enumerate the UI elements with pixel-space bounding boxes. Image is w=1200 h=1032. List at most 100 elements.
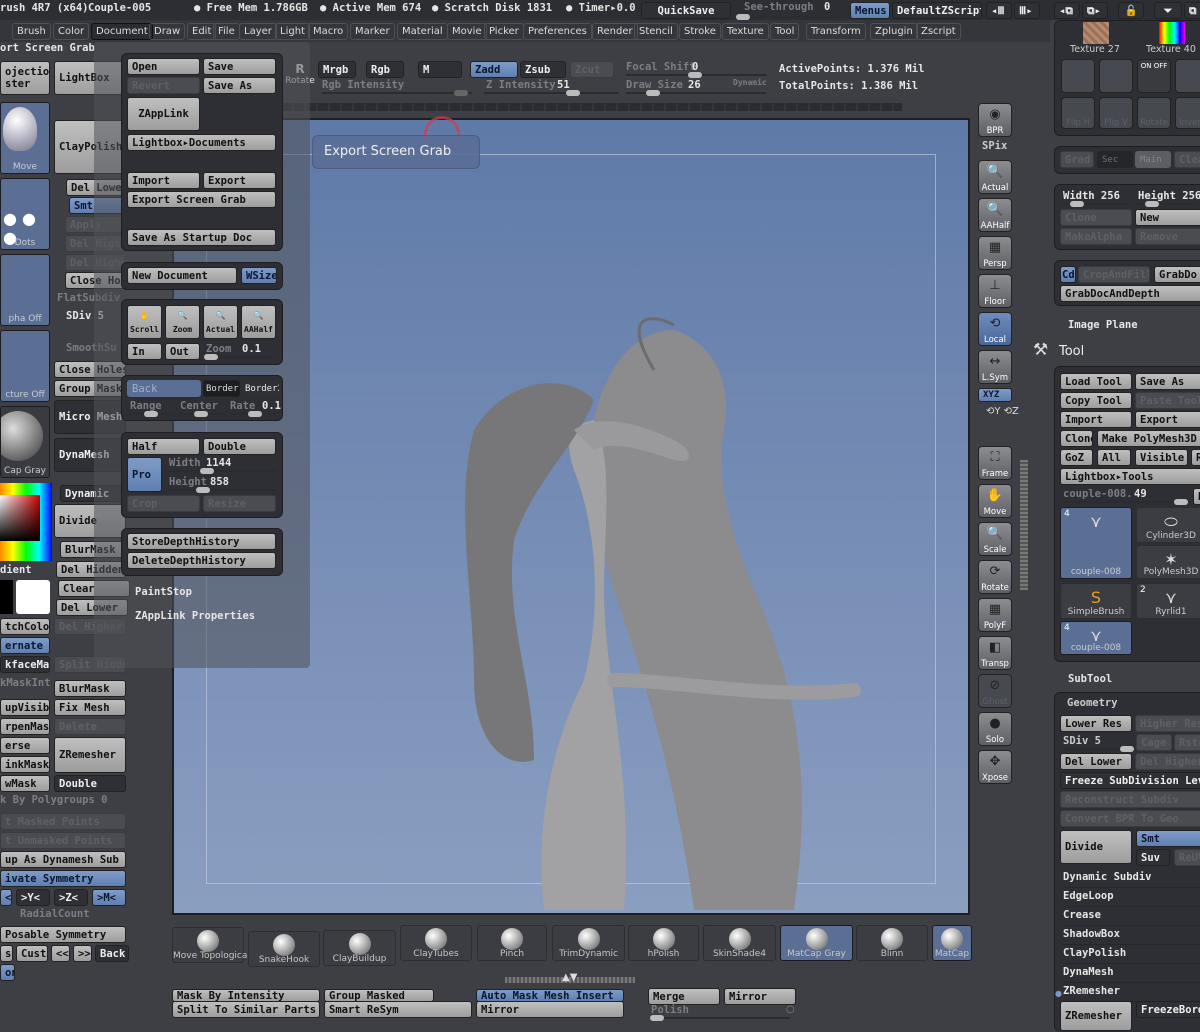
goz-r-button[interactable]: R <box>1191 449 1200 466</box>
menu-color[interactable]: Color <box>53 23 90 40</box>
rotate-yz-icon[interactable]: ⟲Y ⟲Z <box>986 406 1019 417</box>
export-tool-button[interactable]: Export <box>1135 411 1200 428</box>
flip-v-button[interactable]: Flip V <box>1099 97 1133 129</box>
revert-button[interactable]: Revert <box>127 77 200 94</box>
lightbox-documents-button[interactable]: Lightbox▸Documents <box>127 134 276 151</box>
stroke-thumbnail[interactable]: ● ● ● Dots <box>0 178 50 250</box>
freeze-subdivision-button[interactable]: Freeze SubDivision Leve <box>1060 772 1200 789</box>
back-button[interactable]: Back <box>95 945 129 962</box>
tool-palette-title[interactable]: Tool <box>1059 344 1084 359</box>
grad-button[interactable]: Grad <box>1060 151 1094 168</box>
group-visible-button[interactable]: upVisible <box>0 699 50 716</box>
del-higher-geometry-button[interactable]: Del Higher <box>1135 753 1200 770</box>
shelf-move-button[interactable]: ✋ Move <box>978 484 1012 518</box>
range-slider[interactable] <box>128 411 173 417</box>
menu-picker[interactable]: Picker <box>484 23 524 40</box>
menu-movie[interactable]: Movie <box>447 23 487 40</box>
polish-circle-icon[interactable]: ○ <box>786 1004 795 1015</box>
tool-r-button[interactable]: R <box>1193 488 1200 505</box>
sym-x-button[interactable]: < <box>0 889 12 906</box>
import-tool-button[interactable]: Import <box>1060 411 1132 428</box>
menu-marker[interactable]: Marker <box>350 23 395 40</box>
shelf-item-skinshade4[interactable]: SkinShade4 <box>703 925 776 961</box>
shelf-item-snakehook[interactable]: SnakeHook <box>248 931 320 967</box>
texture-thumbnail[interactable] <box>1083 22 1109 44</box>
next-button[interactable]: >> <box>73 945 92 962</box>
unmasked-points-button[interactable]: t Unmasked Points <box>0 832 126 849</box>
brush-thumbnail[interactable]: Move <box>0 102 50 174</box>
texture-dial-4[interactable] <box>1175 59 1200 93</box>
tool-thumbnail[interactable]: 4 ⋎ couple-008 <box>1060 507 1132 579</box>
menu-zscript[interactable]: Zscript <box>916 23 961 40</box>
width-slider[interactable] <box>168 468 276 474</box>
menu-transform[interactable]: Transform <box>806 23 866 40</box>
menu-material[interactable]: Material <box>397 23 448 40</box>
tool-thumbnail[interactable]: ⬭ Cylinder3D <box>1136 507 1200 543</box>
section-zremesher[interactable]: ZRemesher <box>1063 985 1200 1002</box>
color-square[interactable] <box>0 495 40 541</box>
clone-alpha-button[interactable]: Clone <box>1060 209 1132 226</box>
color-texture-thumbnail[interactable] <box>1159 22 1185 44</box>
menus-button[interactable]: Menus <box>850 2 890 19</box>
grabdocanddepth-button[interactable]: GrabDocAndDepth <box>1060 285 1200 302</box>
height-slider[interactable] <box>168 487 276 493</box>
shelf-xpose-button[interactable]: ✥ Xpose <box>978 750 1012 784</box>
shelf-actual-button[interactable]: 🔍 Actual <box>978 160 1012 194</box>
section-dynamic-subdiv[interactable]: Dynamic Subdiv <box>1063 871 1200 888</box>
half-button[interactable]: Half <box>127 438 200 455</box>
border-color-button[interactable]: Border <box>203 380 240 397</box>
reconstruct-subdiv-button[interactable]: Reconstruct Subdiv <box>1060 791 1200 808</box>
alpha-thumbnail[interactable]: pha Off <box>0 254 50 326</box>
m-button[interactable]: M <box>418 61 462 78</box>
switch-color-button[interactable]: tchColor <box>0 618 50 635</box>
new-button[interactable]: New <box>1135 209 1200 226</box>
cust2-button[interactable]: Cust2 <box>16 945 48 962</box>
activate-symmetry-button[interactable]: ivate Symmetry <box>0 870 126 887</box>
goz-visible-button[interactable]: Visible <box>1135 449 1188 466</box>
back-color-button[interactable]: Back <box>127 380 201 397</box>
smart-resym-button[interactable]: Smart ReSym <box>324 1001 472 1018</box>
aahalf-button[interactable]: 🔍 AAHalf <box>241 305 276 339</box>
zoom-button[interactable]: 🔍 Zoom <box>165 305 200 339</box>
actual-button[interactable]: 🔍 Actual <box>203 305 238 339</box>
shelf-ghost-button[interactable]: ⊘ Ghost <box>978 674 1012 708</box>
shrink-mask-button[interactable]: inkMask <box>0 756 50 773</box>
material-thumbnail[interactable]: Cap Gray <box>0 406 50 478</box>
open-button[interactable]: Open <box>127 58 200 75</box>
menu-draw[interactable]: Draw <box>149 23 186 40</box>
zoom-out-button[interactable]: Out <box>165 343 200 360</box>
goz-button[interactable]: GoZ <box>1060 449 1093 466</box>
focal-shift-slider[interactable] <box>626 72 766 78</box>
merge-button[interactable]: Merge <box>648 988 720 1005</box>
save-as-startup-doc-button[interactable]: Save As Startup Doc <box>127 229 276 246</box>
lightbox-tools-button[interactable]: Lightbox▸Tools <box>1060 468 1200 485</box>
mirror-insert-button[interactable]: Mirror <box>476 1001 624 1018</box>
texture-thumbnail[interactable]: cture Off <box>0 330 50 402</box>
double-button[interactable]: Double <box>203 438 276 455</box>
new-document-button[interactable]: New Document <box>127 267 237 284</box>
shelf-aahalf-button[interactable]: 🔍 AAHalf <box>978 198 1012 232</box>
menu-edit[interactable]: Edit <box>187 23 217 40</box>
tool-thumbnail[interactable]: 4 ⋎ couple-008 <box>1060 621 1132 655</box>
front-button[interactable]: ont <box>0 964 15 981</box>
z-intensity-slider[interactable] <box>484 90 619 96</box>
menu-light[interactable]: Light <box>275 23 310 40</box>
menu-document[interactable]: Document <box>91 23 153 40</box>
sym-z-button[interactable]: >Z< <box>54 889 88 906</box>
menu-zplugin[interactable]: Zplugin <box>870 23 918 40</box>
tool-thumbnail[interactable]: S SimpleBrush <box>1060 583 1132 619</box>
window-prev-icon[interactable]: ◂⧉ <box>1054 2 1080 19</box>
zoom-slider[interactable] <box>204 354 276 360</box>
zcut-button[interactable]: Zcut <box>570 61 614 78</box>
clear-texture-button[interactable]: Clea <box>1174 151 1200 168</box>
double-button-left[interactable]: Double <box>54 775 126 792</box>
pro-button[interactable]: Pro <box>127 457 162 492</box>
radial-count-label[interactable]: RadialCount <box>20 908 90 920</box>
geometry-title[interactable]: Geometry <box>1067 697 1118 709</box>
section-shadowbox[interactable]: ShadowBox <box>1063 928 1200 945</box>
grow-mask-button[interactable]: wMask <box>0 775 50 792</box>
mirror-button[interactable]: Mirror <box>724 988 796 1005</box>
shelf-transp-button[interactable]: ◧ Transp <box>978 636 1012 670</box>
panel-scrollbar[interactable] <box>1020 460 1028 590</box>
paste-tool-button[interactable]: Paste Tool <box>1135 392 1200 409</box>
